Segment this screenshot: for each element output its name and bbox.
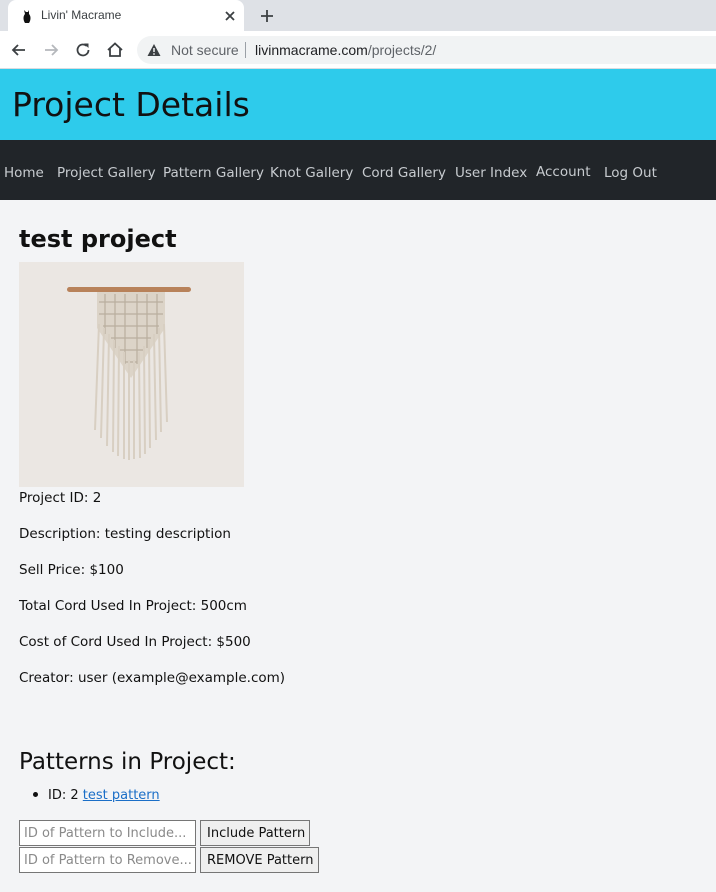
macrame-wall-hanging-icon: [19, 262, 244, 487]
nav-pattern-gallery[interactable]: Pattern Gallery: [163, 165, 264, 181]
cost-of-cord: Cost of Cord Used In Project: $500: [19, 634, 251, 650]
main-navbar: Home Project Gallery Pattern Gallery Kno…: [0, 140, 716, 200]
pattern-id-label: ID: 2: [48, 788, 79, 803]
include-pattern-input[interactable]: [19, 820, 196, 846]
nav-home[interactable]: Home: [4, 165, 44, 181]
bullet-icon: [33, 792, 38, 797]
omnibox-divider: [245, 42, 246, 58]
nav-cord-gallery[interactable]: Cord Gallery: [362, 165, 446, 181]
nav-log-out[interactable]: Log Out: [604, 165, 657, 181]
home-icon[interactable]: [105, 40, 125, 60]
url-path: /projects/2/: [367, 42, 437, 58]
browser-tab-strip: Livin' Macrame: [0, 0, 716, 31]
address-bar[interactable]: Not secure livinmacrame.com/projects/2/: [137, 36, 716, 64]
pattern-list-item: ID: 2 test pattern: [33, 788, 160, 803]
page-title: Project Details: [12, 85, 250, 124]
warning-triangle-icon: [147, 44, 161, 56]
project-id: Project ID: 2: [19, 490, 102, 506]
project-creator: Creator: user (example@example.com): [19, 670, 286, 686]
browser-toolbar: Not secure livinmacrame.com/projects/2/: [0, 31, 716, 69]
reload-icon[interactable]: [73, 40, 93, 60]
include-pattern-button[interactable]: Include Pattern: [200, 820, 310, 846]
total-cord-used: Total Cord Used In Project: 500cm: [19, 598, 247, 614]
nav-user-index[interactable]: User Index: [455, 165, 527, 181]
forward-arrow-icon[interactable]: [41, 40, 61, 60]
project-description: Description: testing description: [19, 526, 231, 542]
cat-favicon-icon: [23, 10, 31, 23]
tab-title: Livin' Macrame: [41, 8, 122, 22]
back-arrow-icon[interactable]: [9, 40, 29, 60]
remove-pattern-input[interactable]: [19, 847, 196, 873]
page-header: Project Details: [0, 69, 716, 140]
nav-project-gallery[interactable]: Project Gallery: [57, 165, 156, 181]
remove-pattern-button[interactable]: REMOVE Pattern: [200, 847, 319, 873]
security-status[interactable]: Not secure: [171, 42, 239, 58]
sell-price: Sell Price: $100: [19, 562, 124, 578]
url-host: livinmacrame.com: [255, 42, 368, 58]
project-title: test project: [19, 225, 177, 253]
patterns-heading: Patterns in Project:: [19, 749, 236, 775]
browser-tab[interactable]: Livin' Macrame: [8, 0, 244, 31]
new-tab-plus-icon[interactable]: [256, 5, 278, 27]
nav-knot-gallery[interactable]: Knot Gallery: [270, 165, 353, 181]
url-text[interactable]: livinmacrame.com/projects/2/: [255, 42, 436, 58]
pattern-link[interactable]: test pattern: [83, 788, 160, 803]
nav-account[interactable]: Account: [536, 164, 591, 180]
project-image: [19, 262, 244, 487]
close-tab-icon[interactable]: [220, 6, 240, 26]
